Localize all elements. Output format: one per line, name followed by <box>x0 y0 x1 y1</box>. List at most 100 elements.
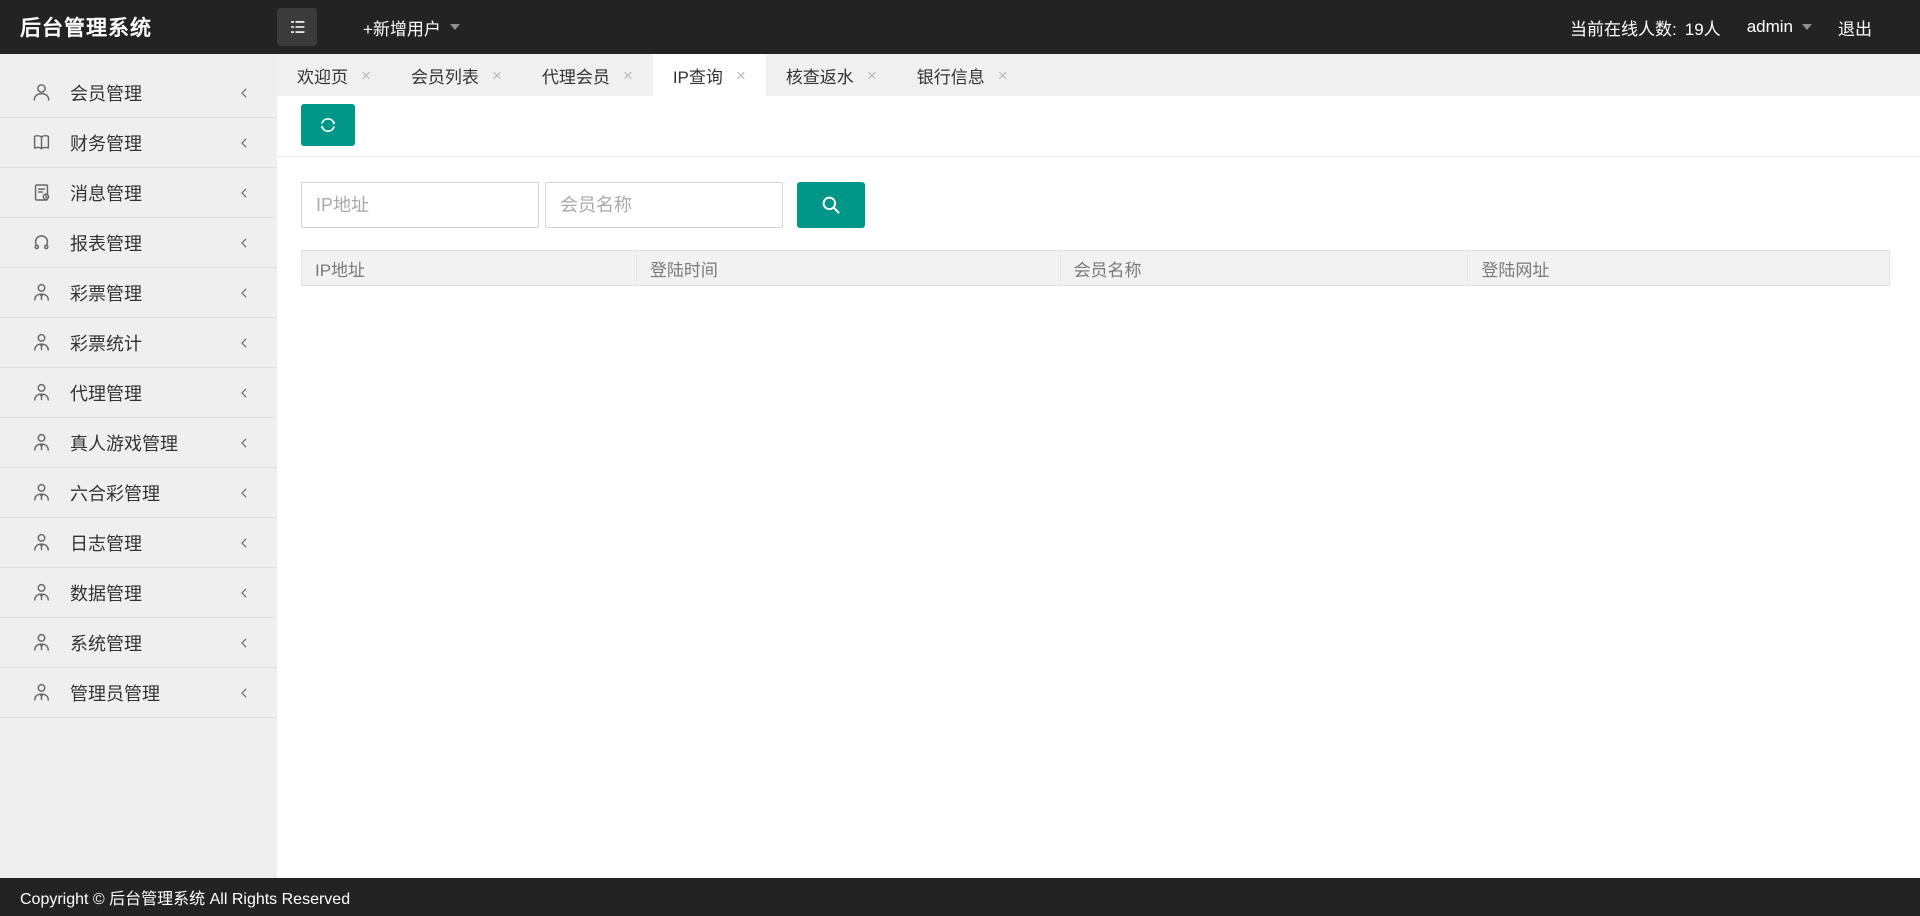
tab-member-list[interactable]: 会员列表 × <box>391 54 522 96</box>
sidebar-item-lottery[interactable]: 彩票管理 <box>0 268 277 318</box>
sidebar-item-label: 代理管理 <box>70 380 237 406</box>
user-tie-icon <box>30 631 53 654</box>
user-menu[interactable]: admin <box>1747 17 1812 37</box>
search-button[interactable] <box>797 182 865 228</box>
add-user-dropdown[interactable]: +新增用户 <box>363 15 460 40</box>
chevron-left-icon <box>237 436 251 450</box>
chevron-left-icon <box>237 236 251 250</box>
online-count: 当前在线人数: 19人 <box>1570 15 1721 40</box>
member-name-input[interactable] <box>545 182 783 228</box>
chevron-left-icon <box>237 586 251 600</box>
sidebar-item-data[interactable]: 数据管理 <box>0 568 277 618</box>
chevron-left-icon <box>237 186 251 200</box>
toolbar <box>277 96 1920 157</box>
chevron-left-icon <box>237 336 251 350</box>
main-area: 欢迎页 × 会员列表 × 代理会员 × IP查询 × 核查返水 × 银行信息 × <box>277 54 1920 878</box>
results-table: IP地址 登陆时间 会员名称 登陆网址 <box>301 250 1890 286</box>
tab-label: IP查询 <box>673 63 723 88</box>
add-user-label: +新增用户 <box>363 15 441 40</box>
tab-rebate-check[interactable]: 核查返水 × <box>766 54 897 96</box>
chevron-left-icon <box>237 86 251 100</box>
table-header-row: IP地址 登陆时间 会员名称 登陆网址 <box>301 250 1890 286</box>
sidebar-item-admins[interactable]: 管理员管理 <box>0 668 277 718</box>
user-tie-icon <box>30 481 53 504</box>
sidebar-item-system[interactable]: 系统管理 <box>0 618 277 668</box>
chevron-left-icon <box>237 286 251 300</box>
user-tie-icon <box>30 331 53 354</box>
tab-label: 银行信息 <box>917 63 985 88</box>
sidebar-item-agents[interactable]: 代理管理 <box>0 368 277 418</box>
sidebar-item-label: 管理员管理 <box>70 680 237 706</box>
online-value: 19人 <box>1685 15 1721 40</box>
app-title: 后台管理系统 <box>0 12 277 42</box>
caret-down-icon <box>1802 24 1812 30</box>
user-tie-icon <box>30 431 53 454</box>
online-label: 当前在线人数: <box>1570 15 1677 40</box>
close-icon[interactable]: × <box>867 67 877 84</box>
column-header-login-url: 登陆网址 <box>1468 251 1889 285</box>
close-icon[interactable]: × <box>998 67 1008 84</box>
chevron-left-icon <box>237 486 251 500</box>
sidebar-item-live-games[interactable]: 真人游戏管理 <box>0 418 277 468</box>
sidebar-item-finance[interactable]: 财务管理 <box>0 118 277 168</box>
sidebar-item-label: 消息管理 <box>70 180 237 206</box>
user-tie-icon <box>30 531 53 554</box>
sidebar: 会员管理 财务管理 消息管理 报表管理 彩票管理 彩票统计 <box>0 54 277 878</box>
copyright-text: Copyright © 后台管理系统 All Rights Reserved <box>20 885 350 909</box>
close-icon[interactable]: × <box>361 67 371 84</box>
sidebar-item-label: 财务管理 <box>70 130 237 156</box>
footer: Copyright © 后台管理系统 All Rights Reserved <box>0 878 1920 916</box>
username: admin <box>1747 17 1793 37</box>
user-tie-icon <box>30 281 53 304</box>
user-icon <box>30 81 53 104</box>
tab-bank-info[interactable]: 银行信息 × <box>897 54 1028 96</box>
refresh-button[interactable] <box>301 104 355 146</box>
column-header-ip: IP地址 <box>302 251 637 285</box>
sidebar-item-label: 六合彩管理 <box>70 480 237 506</box>
chevron-left-icon <box>237 136 251 150</box>
chevron-left-icon <box>237 536 251 550</box>
sidebar-item-label: 数据管理 <box>70 580 237 606</box>
user-tie-icon <box>30 381 53 404</box>
chevron-left-icon <box>237 686 251 700</box>
tab-welcome[interactable]: 欢迎页 × <box>277 54 391 96</box>
sidebar-item-label: 系统管理 <box>70 630 237 656</box>
topbar-right: 当前在线人数: 19人 admin 退出 <box>1570 15 1920 40</box>
sidebar-item-label: 彩票管理 <box>70 280 237 306</box>
sidebar-item-lottery-stats[interactable]: 彩票统计 <box>0 318 277 368</box>
user-tie-icon <box>30 581 53 604</box>
message-doc-icon <box>30 181 53 204</box>
close-icon[interactable]: × <box>736 67 746 84</box>
tab-label: 欢迎页 <box>297 63 348 88</box>
user-tie-icon <box>30 681 53 704</box>
topbar: 后台管理系统 +新增用户 当前在线人数: 19人 admin 退出 <box>0 0 1920 54</box>
sidebar-item-logs[interactable]: 日志管理 <box>0 518 277 568</box>
sidebar-toggle-button[interactable] <box>277 8 317 46</box>
caret-down-icon <box>450 24 460 30</box>
sidebar-item-members[interactable]: 会员管理 <box>0 68 277 118</box>
ip-address-input[interactable] <box>301 182 539 228</box>
sidebar-item-label: 日志管理 <box>70 530 237 556</box>
sidebar-item-label: 彩票统计 <box>70 330 237 356</box>
tab-bar: 欢迎页 × 会员列表 × 代理会员 × IP查询 × 核查返水 × 银行信息 × <box>277 54 1920 96</box>
sidebar-item-label: 会员管理 <box>70 80 237 106</box>
tab-label: 代理会员 <box>542 63 610 88</box>
search-row <box>301 182 1920 228</box>
hamburger-icon <box>286 16 308 38</box>
chevron-left-icon <box>237 636 251 650</box>
tab-agent-members[interactable]: 代理会员 × <box>522 54 653 96</box>
close-icon[interactable]: × <box>623 67 633 84</box>
logout-button[interactable]: 退出 <box>1838 15 1872 40</box>
column-header-member-name: 会员名称 <box>1061 251 1469 285</box>
book-icon <box>30 131 53 154</box>
sidebar-item-messages[interactable]: 消息管理 <box>0 168 277 218</box>
sidebar-item-label: 报表管理 <box>70 230 237 256</box>
tab-ip-query[interactable]: IP查询 × <box>653 54 766 96</box>
column-header-login-time: 登陆时间 <box>637 251 1061 285</box>
sidebar-item-reports[interactable]: 报表管理 <box>0 218 277 268</box>
sidebar-item-label: 真人游戏管理 <box>70 430 237 456</box>
refresh-icon <box>316 113 340 137</box>
close-icon[interactable]: × <box>492 67 502 84</box>
sidebar-item-mark-six[interactable]: 六合彩管理 <box>0 468 277 518</box>
search-icon <box>818 192 844 218</box>
